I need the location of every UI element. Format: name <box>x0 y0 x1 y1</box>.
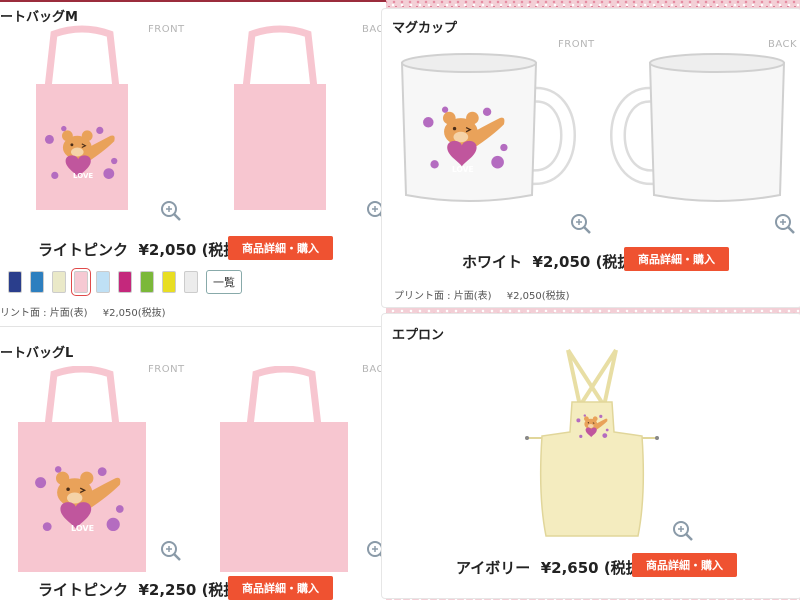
apron-image[interactable] <box>522 346 662 542</box>
tote-l-color-name: ライトピンク <box>38 581 129 599</box>
zoom-icon[interactable] <box>672 520 694 542</box>
section-divider <box>0 326 386 327</box>
tote-m-print-side: リント面 : 片面(表) <box>0 308 88 319</box>
apron-buy-button[interactable]: 商品詳細・購入 <box>632 553 737 577</box>
tote-m-love-text: LOVE <box>73 172 93 180</box>
mug-back-image[interactable] <box>602 49 800 209</box>
color-swatch[interactable] <box>162 271 176 293</box>
apron-color-name: アイボリー <box>456 559 531 577</box>
zoom-icon[interactable] <box>160 200 182 222</box>
mug-print-price: ¥2,050(税抜) <box>506 291 570 302</box>
apron-card: エプロン アイボリー ¥2,650 (税抜) 商品詳細・購入 <box>381 313 800 599</box>
mug-buy-button[interactable]: 商品詳細・購入 <box>624 247 729 271</box>
top-border <box>0 0 386 2</box>
zoom-icon[interactable] <box>774 213 796 235</box>
tote-m-front-label: FRONT <box>148 24 185 35</box>
tote-l-buy-button[interactable]: 商品詳細・購入 <box>228 576 333 600</box>
mug-print-info: プリント面 : 片面(表) ¥2,050(税抜) <box>394 287 570 302</box>
mug-print-side: プリント面 : 片面(表) <box>394 291 492 302</box>
tote-l-love-text: LOVE <box>71 524 94 533</box>
tote-l-title: ートバッグL <box>0 346 74 361</box>
zoom-icon[interactable] <box>570 213 592 235</box>
tote-column: ートバッグM FRONT BAC LOVE ライトピンク ¥2,050 (税抜)… <box>0 0 386 600</box>
color-swatch[interactable] <box>118 271 132 293</box>
tote-l-back-image[interactable] <box>210 366 358 576</box>
tote-m-back-image[interactable] <box>220 24 340 229</box>
tote-l-front-image[interactable]: LOVE <box>8 366 156 576</box>
color-swatch[interactable] <box>30 271 44 293</box>
tote-m-title: ートバッグM <box>0 10 78 25</box>
color-swatch[interactable] <box>52 271 66 293</box>
mug-title: マグカップ <box>392 21 458 36</box>
color-swatch[interactable] <box>184 271 198 293</box>
tote-m-color-swatches: 一覧 <box>8 268 242 296</box>
zoom-icon[interactable] <box>160 540 182 562</box>
tote-m-print-info: リント面 : 片面(表) ¥2,050(税抜) <box>0 304 166 319</box>
color-swatch[interactable] <box>140 271 154 293</box>
mug-price-line: ホワイト ¥2,050 (税抜) <box>462 251 639 272</box>
tote-m-color-name: ライトピンク <box>38 241 129 259</box>
tote-m-front-image[interactable]: LOVE <box>22 24 142 229</box>
mug-card: マグカップ FRONT BACK LOVE ホワイト ¥2,050 (税抜) 商… <box>381 8 800 308</box>
color-list-button[interactable]: 一覧 <box>206 270 242 294</box>
color-swatch[interactable] <box>96 271 110 293</box>
tote-m-print-price: ¥2,050(税抜) <box>102 308 166 319</box>
tote-m-buy-button[interactable]: 商品詳細・購入 <box>228 236 333 260</box>
mug-front-image[interactable]: LOVE <box>394 49 594 209</box>
apron-price-line: アイボリー ¥2,650 (税抜) <box>456 557 648 578</box>
apron-title: エプロン <box>392 328 445 343</box>
color-swatch[interactable] <box>8 271 22 293</box>
mug-color-name: ホワイト <box>462 253 523 271</box>
tote-l-price-line: ライトピンク ¥2,250 (税抜) <box>38 579 245 600</box>
mug-love-text: LOVE <box>452 165 474 174</box>
tote-m-price-line: ライトピンク ¥2,050 (税抜) <box>38 239 245 260</box>
color-swatch[interactable] <box>71 268 91 296</box>
